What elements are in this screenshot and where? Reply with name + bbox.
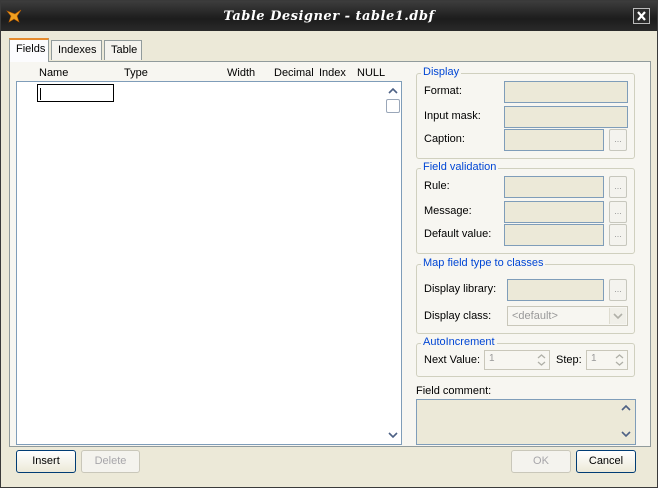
tab-indexes[interactable]: Indexes [51, 40, 102, 60]
message-field[interactable] [504, 201, 604, 223]
display-library-label: Display library: [424, 283, 497, 295]
next-value-spinner[interactable]: 1 [484, 350, 550, 370]
column-header-null[interactable]: NULL [357, 67, 385, 79]
display-class-value: <default> [512, 310, 558, 322]
rule-builder-button[interactable]: ... [609, 176, 627, 198]
column-header-name[interactable]: Name [39, 67, 68, 79]
autoincrement-group-title: AutoIncrement [421, 336, 497, 348]
column-header-type[interactable]: Type [124, 67, 148, 79]
map-field-type-group-title: Map field type to classes [421, 257, 546, 269]
comment-scroll-up-icon[interactable] [620, 403, 632, 413]
message-label: Message: [424, 205, 472, 217]
chevron-down-icon [613, 313, 623, 320]
field-name-input[interactable] [37, 84, 114, 102]
scroll-down-arrow-icon[interactable] [388, 430, 398, 440]
scroll-thumb[interactable] [386, 99, 400, 113]
column-header-index[interactable]: Index [319, 67, 346, 79]
ok-button[interactable]: OK [511, 450, 571, 473]
field-validation-group-title: Field validation [421, 161, 499, 173]
column-header-decimal[interactable]: Decimal [274, 67, 314, 79]
format-field[interactable] [504, 81, 628, 103]
delete-button[interactable]: Delete [81, 450, 140, 473]
display-library-builder-button[interactable]: ... [609, 279, 627, 301]
caption-field[interactable] [504, 129, 604, 151]
text-caret [40, 88, 41, 100]
step-label: Step: [556, 354, 582, 366]
display-class-label: Display class: [424, 310, 492, 322]
default-value-builder-button[interactable]: ... [609, 224, 627, 246]
message-builder-button[interactable]: ... [609, 201, 627, 223]
fields-grid[interactable] [16, 81, 402, 445]
next-value-text: 1 [489, 353, 495, 364]
display-class-dropdown-button[interactable] [609, 308, 626, 324]
next-value-spin-arrows-icon[interactable] [535, 352, 548, 368]
insert-button[interactable]: Insert [16, 450, 76, 473]
cancel-button[interactable]: Cancel [576, 450, 636, 473]
field-comment-label: Field comment: [416, 385, 492, 397]
caption-builder-button[interactable]: ... [609, 129, 627, 151]
step-value-text: 1 [591, 353, 597, 364]
tab-fields-label: Fields [16, 43, 46, 55]
caption-label: Caption: [424, 133, 465, 145]
step-spinner[interactable]: 1 [586, 350, 628, 370]
close-button[interactable] [633, 8, 650, 24]
comment-scroll-down-icon[interactable] [620, 429, 632, 439]
grid-vertical-scrollbar[interactable] [385, 82, 401, 444]
tab-fields[interactable]: Fields [9, 38, 49, 62]
close-icon [637, 11, 646, 21]
rule-field[interactable] [504, 176, 604, 198]
display-library-field[interactable] [507, 279, 604, 301]
tab-table-label: Table [111, 44, 138, 56]
next-value-label: Next Value: [424, 354, 481, 366]
window-title: Table Designer - table1.dbf [223, 9, 435, 24]
display-class-select[interactable]: <default> [507, 306, 628, 326]
title-bar[interactable]: Table Designer - table1.dbf [1, 1, 657, 31]
default-value-field[interactable] [504, 224, 604, 246]
input-mask-label: Input mask: [424, 110, 481, 122]
rule-label: Rule: [424, 180, 450, 192]
tab-indexes-label: Indexes [58, 44, 97, 56]
format-label: Format: [424, 85, 462, 97]
field-comment-textarea[interactable] [416, 399, 636, 445]
step-spin-arrows-icon[interactable] [613, 352, 626, 368]
input-mask-field[interactable] [504, 106, 628, 128]
table-designer-window: Table Designer - table1.dbf Fields Index… [0, 0, 658, 488]
default-value-label: Default value: [424, 228, 492, 240]
tab-table[interactable]: Table [104, 40, 142, 60]
column-header-width[interactable]: Width [227, 67, 255, 79]
display-group-title: Display [421, 66, 462, 78]
scroll-up-arrow-icon[interactable] [388, 86, 398, 96]
